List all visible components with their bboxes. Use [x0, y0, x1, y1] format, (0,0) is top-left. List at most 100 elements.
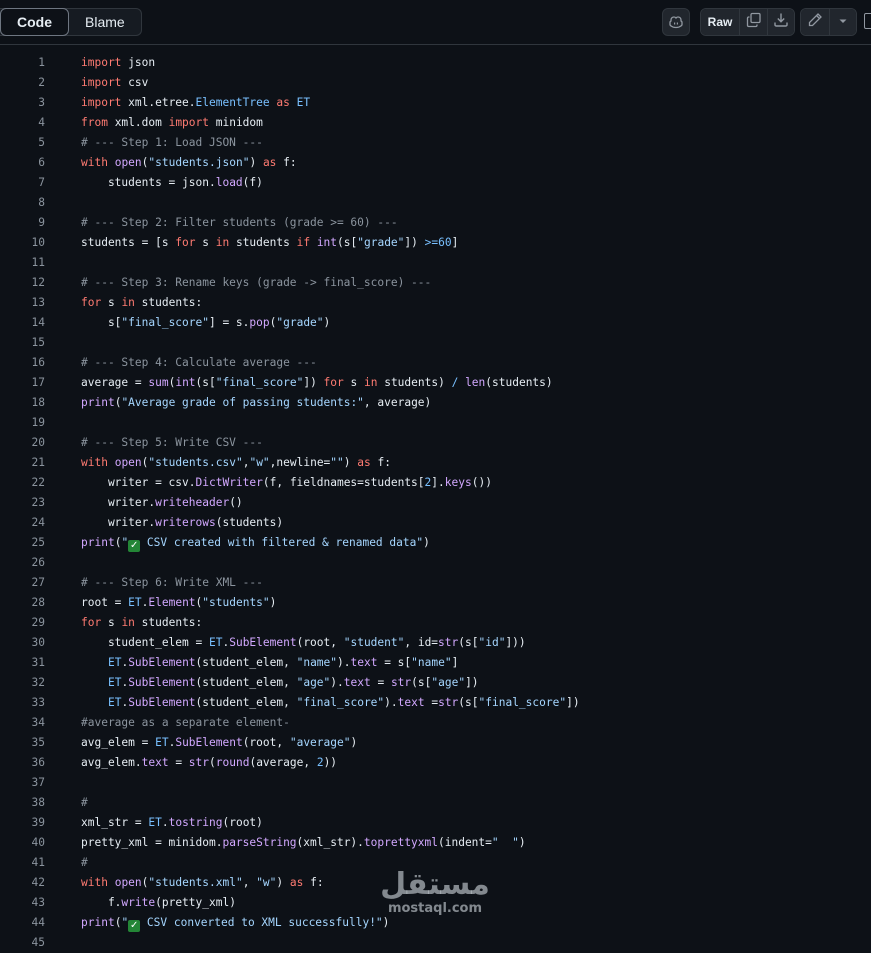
triangle-down-icon [838, 13, 848, 31]
code-line: 26 [31, 556, 45, 569]
code-text: # --- Step 5: Write CSV --- [81, 436, 263, 449]
copy-raw-button[interactable] [740, 9, 768, 35]
edit-file-button[interactable] [801, 9, 830, 35]
code-line: 1 import json [0, 53, 871, 73]
code-text: # --- Step 1: Load JSON --- [81, 136, 263, 149]
raw-copy-download-group: Raw [700, 8, 795, 36]
code-text: s["final_score"] = s.pop("grade") [81, 316, 331, 329]
code-text: print(" ✓ CSV created with filtered & ren… [81, 536, 430, 552]
code-line: 34 #average as a separate element- [0, 713, 871, 733]
code-line: 13 for s in students: [0, 293, 871, 313]
code-view: 1 import json 2 import csv 3 import xml.etr… [0, 53, 871, 953]
code-text: xml_str = ET.tostring(root) [81, 816, 263, 829]
tab-code[interactable]: Code [0, 8, 69, 36]
code-text: from xml.dom import minidom [81, 116, 263, 129]
code-line: 27 # --- Step 6: Write XML --- [0, 573, 871, 593]
code-line: 25 print(" ✓ CSV created with filtered & r… [0, 533, 871, 553]
code-text: # --- Step 4: Calculate average --- [81, 356, 317, 369]
view-tabs: Code Blame [0, 8, 142, 36]
code-line: 38 # [0, 793, 871, 813]
code-text: writer = csv.DictWriter(f, fieldnames=st… [81, 476, 492, 489]
code-line: 30 student_elem = ET.SubElement(root, "s… [0, 633, 871, 653]
code-text: avg_elem.text = str(round(average, 2)) [81, 756, 338, 769]
code-text: # [81, 796, 88, 809]
code-line: 15 [31, 336, 45, 349]
code-text: # --- Step 3: Rename keys (grade -> fina… [81, 276, 432, 289]
code-text: ET.SubElement(student_elem, "final_score… [107, 696, 580, 709]
code-line: 11 [31, 256, 45, 269]
code-line: 18 print("Average grade of passing studen… [0, 393, 871, 413]
copy-icon [746, 12, 762, 33]
code-text: pretty_xml = minidom.parseString(xml_str… [81, 836, 526, 849]
code-line: 12 # --- Step 3: Rename keys (grade -> fi… [0, 273, 871, 293]
code-line: 21 with open("students.csv","w",newline="… [0, 453, 871, 473]
code-text: import xml.etree.ElementTree as ET [81, 96, 311, 109]
code-text: # [81, 856, 88, 869]
code-text: for s in students: [81, 616, 203, 629]
code-line: 23 writer.writeheader() [0, 493, 871, 513]
code-line: 4 from xml.dom import minidom [0, 113, 871, 133]
code-text: students = [s for s in students if int(s… [81, 236, 459, 249]
code-line: 7 students = json.load(f) [0, 173, 871, 193]
code-line: 20 # --- Step 5: Write CSV --- [0, 433, 871, 453]
code-line: 31 ET.SubElement(student_elem, "name").t… [0, 653, 871, 673]
code-line: 8 [38, 196, 45, 209]
code-line: 32 ET.SubElement(student_elem, "age").te… [0, 673, 871, 693]
code-text: import json [81, 56, 156, 69]
code-text: for s in students: [81, 296, 203, 309]
code-text: print(" ✓ CSV converted to XML successful… [81, 916, 390, 932]
watermark-latin: mostaql.com [387, 901, 483, 916]
code-line: 45 [31, 936, 45, 949]
code-text: students = json.load(f) [81, 176, 263, 189]
code-line: 36 avg_elem.text = str(round(average, 2)) [0, 753, 871, 773]
code-line: 19 [31, 416, 45, 429]
code-line: 28 root = ET.Element("students") [0, 593, 871, 613]
copilot-icon [668, 14, 684, 30]
code-text: average = sum(int(s["final_score"]) for … [81, 376, 553, 389]
code-text: import csv [81, 76, 149, 89]
code-text: writer.writeheader() [81, 496, 243, 509]
sidebar-panel-icon[interactable] [864, 13, 871, 29]
more-edit-options-button[interactable] [830, 9, 856, 35]
code-line: 35 avg_elem = ET.SubElement(root, "averag… [0, 733, 871, 753]
tab-blame[interactable]: Blame [69, 9, 141, 35]
code-line: 39 xml_str = ET.tostring(root) [0, 813, 871, 833]
code-line: 29 for s in students: [0, 613, 871, 633]
download-icon [773, 12, 789, 33]
code-line: 40 pretty_xml = minidom.parseString(xml_s… [0, 833, 871, 853]
code-text: avg_elem = ET.SubElement(root, "average"… [81, 736, 358, 749]
code-line: 5 # --- Step 1: Load JSON --- [0, 133, 871, 153]
code-line: 14 s["final_score"] = s.pop("grade") [0, 313, 871, 333]
pencil-icon [807, 12, 823, 33]
code-text: writer.writerows(students) [81, 516, 284, 529]
mostaql-watermark: مستقل mostaql.com [380, 868, 490, 916]
code-text: ET.SubElement(student_elem, "age").text … [107, 676, 479, 689]
download-raw-button[interactable] [768, 9, 794, 35]
code-line: 2 import csv [0, 73, 871, 93]
code-text: #average as a separate element- [81, 716, 290, 729]
edit-group [800, 8, 857, 36]
code-text: f.write(pretty_xml) [81, 896, 236, 909]
code-line: 37 [31, 776, 45, 789]
copilot-button[interactable] [662, 8, 690, 36]
code-text: ET.SubElement(student_elem, "name").text… [107, 656, 459, 669]
code-text: with open("students.xml", "w") as f: [81, 876, 324, 889]
watermark-arabic: مستقل [380, 867, 490, 902]
code-line: 3 import xml.etree.ElementTree as ET [0, 93, 871, 113]
code-line: 24 writer.writerows(students) [0, 513, 871, 533]
code-line: 22 writer = csv.DictWriter(f, fieldnames… [0, 473, 871, 493]
code-text: with open("students.json") as f: [81, 156, 297, 169]
code-line: 9 # --- Step 2: Filter students (grade >=… [0, 213, 871, 233]
code-text: root = ET.Element("students") [81, 596, 277, 609]
code-line: 16 # --- Step 4: Calculate average --- [0, 353, 871, 373]
file-toolbar: Code Blame Raw [0, 0, 871, 45]
code-line: 44 print(" ✓ CSV converted to XML successf… [0, 913, 871, 933]
code-text: # --- Step 2: Filter students (grade >= … [81, 216, 398, 229]
code-text: # --- Step 6: Write XML --- [81, 576, 263, 589]
raw-button[interactable]: Raw [701, 9, 740, 35]
code-line: 33 ET.SubElement(student_elem, "final_sc… [0, 693, 871, 713]
code-text: student_elem = ET.SubElement(root, "stud… [81, 636, 526, 649]
code-line: 6 with open("students.json") as f: [0, 153, 871, 173]
code-line: 10 students = [s for s in students if int… [0, 233, 871, 253]
code-line: 17 average = sum(int(s["final_score"]) fo… [0, 373, 871, 393]
